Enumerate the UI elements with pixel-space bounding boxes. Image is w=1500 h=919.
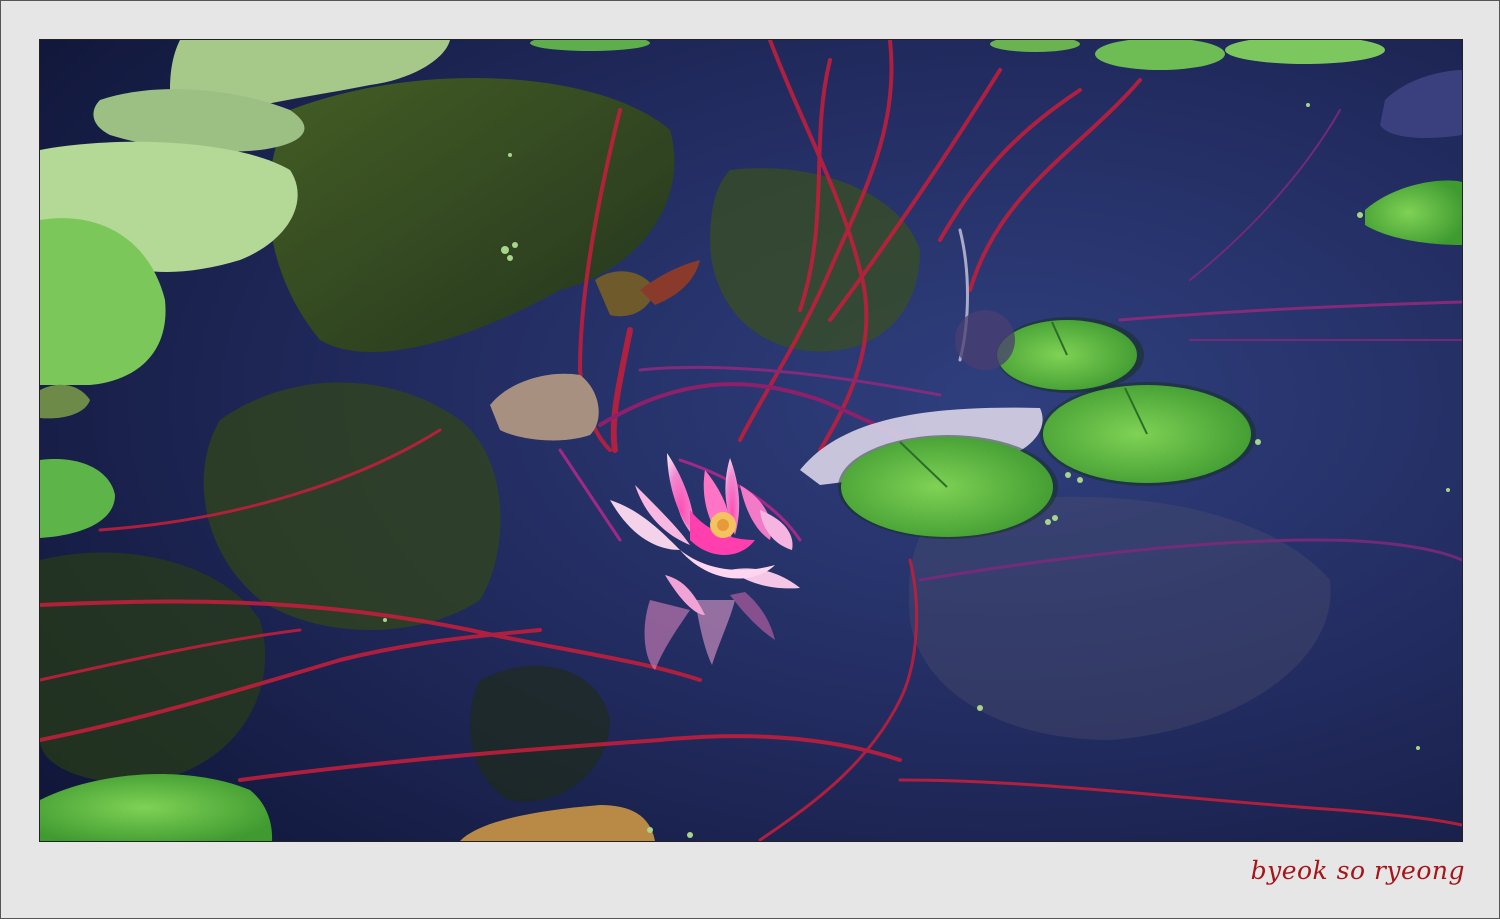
photographer-signature: byeok so ryeong — [1250, 856, 1465, 885]
pond-scene — [40, 40, 1462, 841]
pond-photo — [39, 39, 1463, 842]
